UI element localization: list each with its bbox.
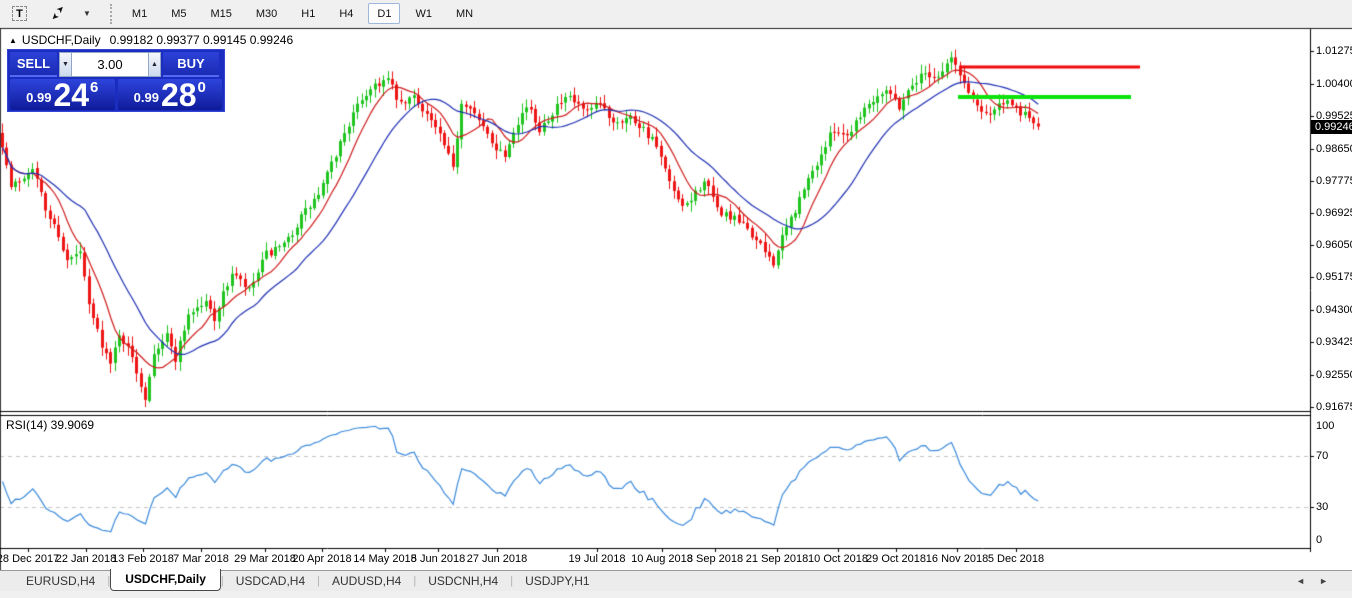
timeframe-button-MN[interactable]: MN <box>447 3 482 24</box>
tab-usdchf-daily[interactable]: USDCHF,Daily <box>110 569 221 591</box>
chart-symbol-label: USDCHF,Daily <box>22 33 101 47</box>
tab-usdcad-h4[interactable]: USDCAD,H4 <box>224 572 317 590</box>
timeframe-group: M1 M5 M15 M30 H1 H4 D1 W1 MN <box>123 3 482 24</box>
timeframe-button-M30[interactable]: M30 <box>247 3 286 24</box>
tab-scroll-right-icon[interactable]: ► <box>1319 576 1342 586</box>
timeframe-button-H4[interactable]: H4 <box>330 3 362 24</box>
price-axis-label: 0.92550 <box>1316 369 1352 381</box>
price-axis-label: 0.96925 <box>1316 207 1352 219</box>
ask-price-major: 0.99 <box>134 90 159 105</box>
timeframe-button-M5[interactable]: M5 <box>162 3 195 24</box>
text-tool-button[interactable]: T <box>3 3 36 24</box>
tab-usdcnh-h4[interactable]: USDCNH,H4 <box>416 572 510 590</box>
date-axis-label: 7 Mar 2018 <box>173 553 229 565</box>
ask-price-pips: 28 <box>161 82 197 108</box>
chart-title: ▲ USDCHF,Daily 0.99182 0.99377 0.99145 0.9… <box>9 33 293 47</box>
bid-price-point: 6 <box>90 79 98 96</box>
chart-tabs: EURUSD,H4|USDCHF,Daily|USDCAD,H4|AUDUSD,… <box>14 571 602 591</box>
date-axis-label: 14 May 2018 <box>353 553 417 565</box>
collapse-panel-icon[interactable]: ▲ <box>9 36 17 45</box>
tab-eurusd-h4[interactable]: EURUSD,H4 <box>14 572 107 590</box>
rsi-axis-label: 0 <box>1316 534 1322 546</box>
toolbar: T ➤ ➤ ▼ M1 M5 M15 M30 H1 H4 D1 W1 MN <box>0 0 1352 28</box>
date-axis-label: 10 Oct 2018 <box>808 553 868 565</box>
price-axis-label: 0.94300 <box>1316 304 1352 316</box>
tab-usdjpy-h1[interactable]: USDJPY,H1 <box>513 572 601 590</box>
bid-price-button[interactable]: 0.99 24 6 <box>10 79 115 110</box>
price-axis-label: 0.93425 <box>1316 336 1352 348</box>
sell-button[interactable]: SELL <box>10 52 57 77</box>
rsi-axis-label: 70 <box>1316 450 1328 462</box>
date-axis-label: 16 Nov 2018 <box>926 553 988 565</box>
date-axis-label: 29 Mar 2018 <box>234 553 296 565</box>
timeframe-button-H1[interactable]: H1 <box>292 3 324 24</box>
cursor-arrows-icon: ➤ ➤ <box>49 3 73 24</box>
tab-scroll-arrows: ◄► <box>1296 576 1342 586</box>
date-axis-label: 21 Sep 2018 <box>746 553 808 565</box>
date-axis-label: 10 Aug 2018 <box>631 553 693 565</box>
date-axis-label: 5 Dec 2018 <box>988 553 1044 565</box>
date-axis-label: 19 Jul 2018 <box>569 553 626 565</box>
date-axis-label: 3 Sep 2018 <box>687 553 743 565</box>
chart-ohlc-values: 0.99182 0.99377 0.99145 0.99246 <box>110 33 294 47</box>
tab-audusd-h4[interactable]: AUDUSD,H4 <box>320 572 413 590</box>
cursor-arrows-tool-button[interactable]: ➤ ➤ ▼ <box>36 3 100 24</box>
ask-price-point: 0 <box>198 79 206 96</box>
timeframe-button-W1[interactable]: W1 <box>406 3 441 24</box>
price-axis-label: 1.00400 <box>1316 78 1352 90</box>
app-window: T ➤ ➤ ▼ M1 M5 M15 M30 H1 H4 D1 W1 MN ▲ USDCHF,Dai… <box>0 0 1352 598</box>
price-axis-label: 0.96050 <box>1316 239 1352 251</box>
price-axis-label: 0.91675 <box>1316 401 1352 413</box>
ask-price-button[interactable]: 0.99 28 0 <box>118 79 223 110</box>
date-axis-label: 29 Oct 2018 <box>866 553 926 565</box>
chevron-down-icon: ▼ <box>83 9 91 18</box>
volume-decrease-button[interactable]: ▼ <box>59 52 72 77</box>
one-click-trade-panel: SELL ▼ ▲ BUY 0.99 24 6 0.99 28 0 <box>7 49 225 112</box>
price-axis-label: 0.98650 <box>1316 143 1352 155</box>
price-axis-label: 1.01275 <box>1316 45 1352 57</box>
price-axis-label: 0.97775 <box>1316 175 1352 187</box>
date-axis-label: 20 Apr 2018 <box>292 553 351 565</box>
timeframe-button-M1[interactable]: M1 <box>123 3 156 24</box>
rsi-axis-label: 30 <box>1316 501 1328 513</box>
timeframe-button-M15[interactable]: M15 <box>201 3 240 24</box>
date-axis-label: 27 Jun 2018 <box>467 553 528 565</box>
date-axis-label: 28 Dec 2017 <box>0 553 59 565</box>
status-strip <box>0 591 1352 598</box>
toolbar-grip <box>110 4 115 24</box>
current-price-tag: 0.99246 <box>1311 120 1352 134</box>
buy-button[interactable]: BUY <box>163 52 219 77</box>
volume-input[interactable] <box>72 52 148 77</box>
bid-price-pips: 24 <box>53 82 89 108</box>
tab-scroll-left-icon[interactable]: ◄ <box>1296 576 1319 586</box>
date-axis-label: 22 Jan 2018 <box>56 553 117 565</box>
text-tool-icon: T <box>12 6 27 21</box>
bid-price-major: 0.99 <box>26 90 51 105</box>
date-axis-label: 5 Jun 2018 <box>411 553 465 565</box>
date-axis-label: 13 Feb 2018 <box>112 553 174 565</box>
chart-area: ▲ USDCHF,Daily 0.99182 0.99377 0.99145 0.9… <box>0 28 1352 570</box>
volume-increase-button[interactable]: ▲ <box>148 52 161 77</box>
chart-tabbar: EURUSD,H4|USDCHF,Daily|USDCAD,H4|AUDUSD,… <box>0 570 1352 591</box>
rsi-indicator-label: RSI(14) 39.9069 <box>6 418 94 432</box>
price-axis-label: 0.95175 <box>1316 271 1352 283</box>
rsi-axis-label: 100 <box>1316 420 1334 432</box>
timeframe-button-D1[interactable]: D1 <box>368 3 400 24</box>
